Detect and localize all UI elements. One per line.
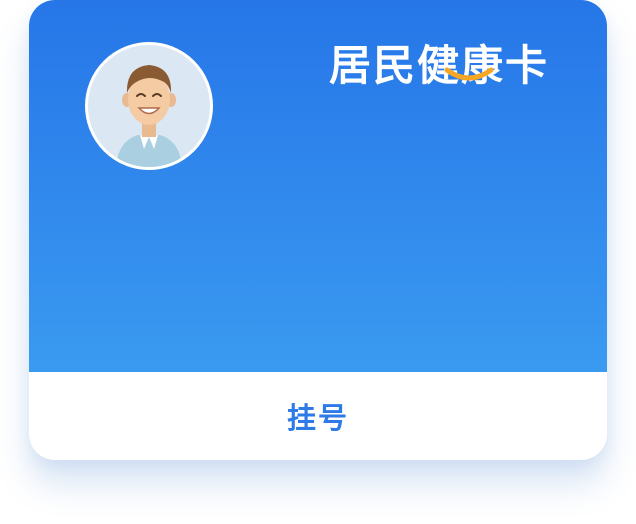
card-title: 居民健康卡 bbox=[328, 41, 549, 90]
avatar bbox=[85, 42, 213, 170]
register-button-label: 挂号 bbox=[286, 401, 349, 435]
register-button[interactable]: 挂号 bbox=[29, 372, 607, 460]
user-avatar-icon bbox=[116, 65, 182, 167]
health-card: 居民健康卡 挂号 bbox=[29, 0, 607, 460]
card-header: 居民健康卡 bbox=[29, 0, 607, 372]
smile-curve-icon bbox=[444, 67, 494, 81]
